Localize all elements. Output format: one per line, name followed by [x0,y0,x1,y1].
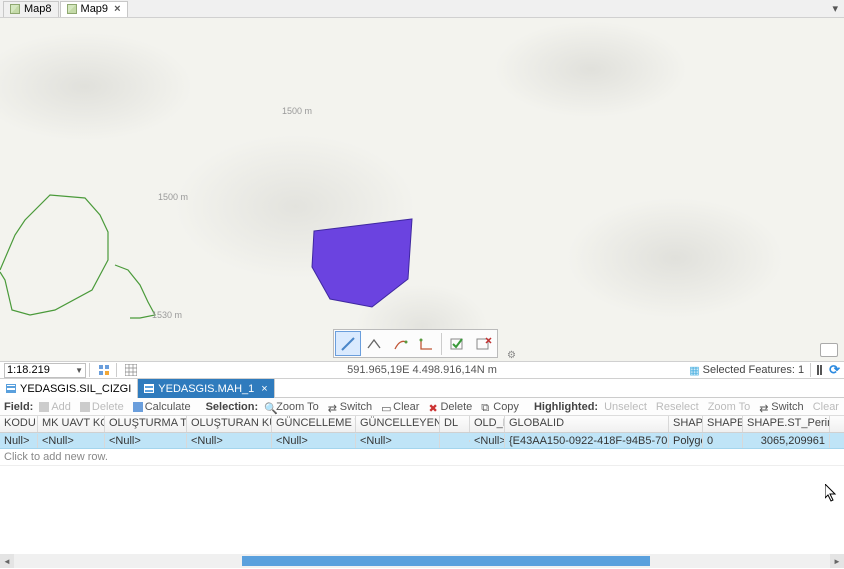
switch-highlighted-button[interactable]: ⇄Switch [756,401,806,413]
right-angle-tool[interactable] [413,331,439,356]
map-scale-combo[interactable]: 1:18.219 ▼ [4,363,86,378]
horizontal-scrollbar[interactable]: ◄ ► [0,554,844,568]
selection-icon: ▦ [689,364,699,377]
selected-polygon[interactable] [310,217,420,313]
map-canvas[interactable]: 1500 m 1500 m 1530 m ⚙ [0,18,844,361]
clear-highlighted-button: Clear [810,401,842,413]
coordinate-readout: 591.965,19E 4.498.916,14N m [347,364,497,376]
contour-label: 1530 m [152,310,182,320]
scale-value: 1:18.219 [7,364,50,376]
column-header[interactable]: GÜNCELLEME TARIHI [272,416,356,432]
column-header[interactable]: KODU [0,416,38,432]
column-header[interactable]: DL [440,416,470,432]
column-header[interactable]: SHAPE [669,416,703,432]
tab-label: Map8 [24,3,52,15]
attribute-table: KODU MK UAVT KODU OLUŞTURMA TARIHI OLUŞT… [0,416,844,568]
trace-tool[interactable] [361,331,387,356]
delete-field-button[interactable]: Delete [77,401,127,413]
column-header[interactable]: SHAPE.ST_Perimeter() [743,416,830,432]
add-field-button[interactable]: Add [36,401,74,413]
selected-features-count: 1 [798,364,804,376]
reselect-button: Reselect [653,401,702,413]
contour-label: 1500 m [158,192,188,202]
map-tab-1[interactable]: Map9 × [60,1,128,17]
map-icon [10,4,20,14]
finish-tool[interactable] [444,331,470,356]
column-header[interactable]: GÜNCELLEYEN KULL [356,416,440,432]
snapping-icon[interactable] [820,343,838,357]
table-icon [144,384,154,393]
tab-label: YEDASGIS.MAH_1 [158,383,254,395]
field-label: Field: [4,401,33,413]
pause-drawing-button[interactable] [817,365,822,375]
column-header[interactable]: OLD_ID [470,416,505,432]
zoom-to-highlighted-button: Zoom To [705,401,754,413]
unselect-button: Unselect [601,401,650,413]
column-header[interactable]: SHAPE.0 [703,416,743,432]
switch-button[interactable]: ⇄Switch [325,401,375,413]
scroll-thumb[interactable] [242,556,650,566]
scroll-left-button[interactable]: ◄ [0,554,14,568]
app-tab-bar: Map8 Map9 × ▾ [0,0,844,18]
tab-label: Map9 [81,3,109,15]
attribute-toolbar: Field: Add Delete Calculate Selection: 🔍… [0,398,844,416]
delete-button[interactable]: ✖Delete [425,401,475,413]
line-tool[interactable] [335,331,361,356]
close-icon[interactable]: × [261,383,267,395]
contour-label: 1500 m [282,106,312,116]
table-header-row: KODU MK UAVT KODU OLUŞTURMA TARIHI OLUŞT… [0,416,844,433]
cancel-tool[interactable] [470,331,496,356]
status-bar: 1:18.219 ▼ 591.965,19E 4.498.916,14N m ▦… [0,361,844,379]
sketch-toolbar [333,329,498,358]
map-icon [67,4,77,14]
column-header[interactable]: OLUŞTURMA TARIHI [105,416,187,432]
table-tab-0[interactable]: YEDASGIS.SIL_CIZGI [0,379,138,398]
table-icon [6,384,16,393]
table-tab-1[interactable]: YEDASGIS.MAH_1 × [138,379,274,398]
chevron-down-icon: ▼ [75,366,83,375]
tab-menu-dropdown[interactable]: ▾ [832,2,838,15]
map-tab-0[interactable]: Map8 [3,1,59,17]
add-row-prompt[interactable]: Click to add new row. [0,449,844,466]
close-icon[interactable]: × [114,3,120,15]
zoom-to-button[interactable]: 🔍Zoom To [261,401,322,413]
selection-label: Selection: [206,401,259,413]
column-header[interactable]: GLOBALID [505,416,669,432]
arc-tool[interactable] [387,331,413,356]
refresh-button[interactable]: ⟳ [829,362,840,378]
bookmark-button[interactable] [95,363,113,378]
scroll-right-button[interactable]: ► [830,554,844,568]
scroll-track[interactable] [14,554,830,568]
tab-label: YEDASGIS.SIL_CIZGI [20,383,131,395]
highlighted-label: Highlighted: [534,401,598,413]
clear-button[interactable]: ▭Clear [378,401,422,413]
copy-button[interactable]: ⧉Copy [478,401,522,413]
table-row[interactable]: Null> <Null> <Null> <Null> <Null> <Null>… [0,433,844,449]
grid-button[interactable] [122,363,140,378]
column-header[interactable]: MK UAVT KODU [38,416,105,432]
column-header[interactable]: OLUŞTURAN KULLAN [187,416,272,432]
toolbar-options-icon[interactable]: ⚙ [507,350,516,361]
selected-features-label: Selected Features: [703,364,795,376]
calculate-button[interactable]: Calculate [130,401,194,413]
attribute-table-tabs: YEDASGIS.SIL_CIZGI YEDASGIS.MAH_1 × [0,379,844,398]
